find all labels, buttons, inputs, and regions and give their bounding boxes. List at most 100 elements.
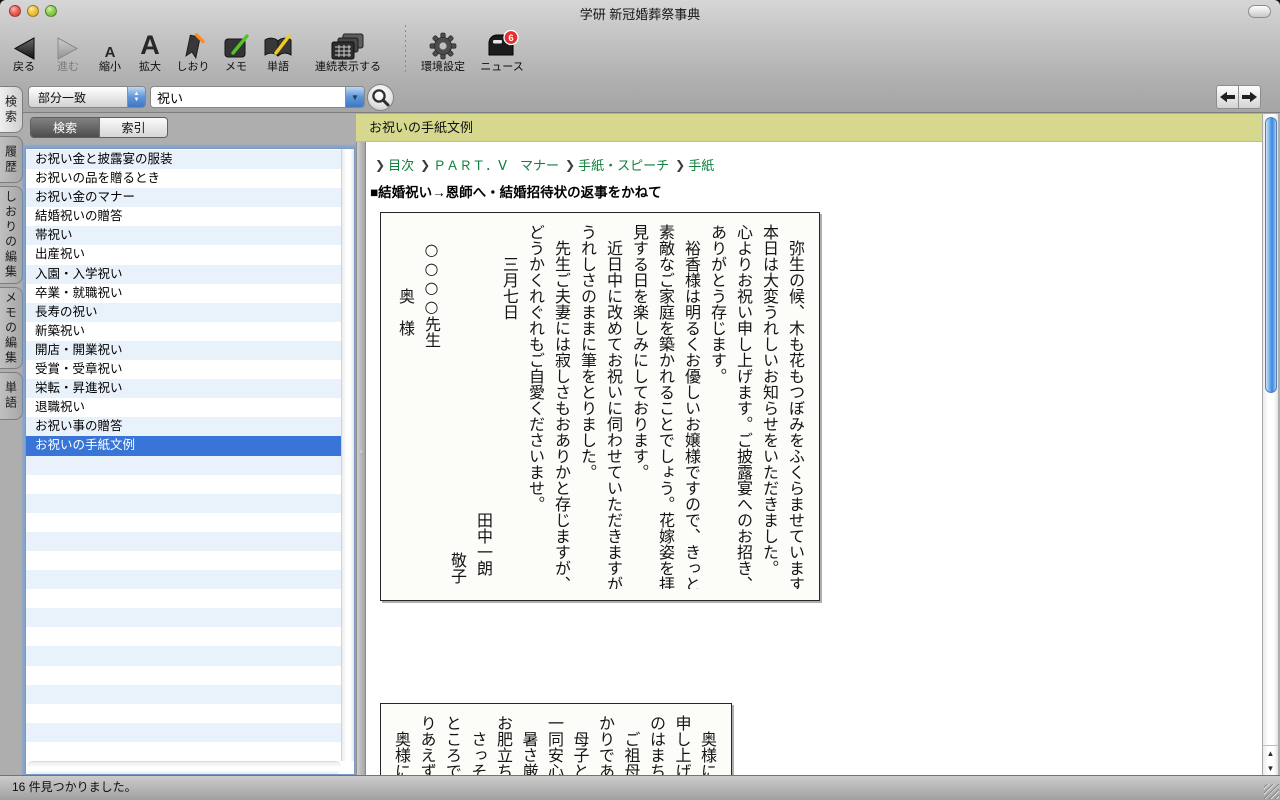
minimize-button[interactable]	[27, 5, 39, 17]
letter-column: どうかくれぐれもご自愛くださいませ。	[522, 224, 548, 589]
search-button[interactable]	[367, 84, 394, 111]
toolbar-toggle-button[interactable]	[1248, 5, 1271, 18]
list-vertical-scrollbar[interactable]	[341, 149, 354, 761]
forward-arrow-icon	[54, 27, 82, 61]
list-item	[26, 646, 341, 665]
magnifier-icon	[371, 88, 390, 107]
combo-dropdown-icon[interactable]: ▼	[345, 87, 364, 107]
scroll-up-button[interactable]: ▲	[1263, 746, 1278, 761]
window-chrome: 学研 新冠婚葬祭事典 戻る 進む A 縮小 A 拡大	[0, 0, 1280, 113]
result-rows: お祝い金と披露宴の服装お祝いの品を贈るときお祝い金のマナー結婚祝いの贈答帯祝い出…	[26, 150, 341, 761]
words-button[interactable]: 単語	[256, 22, 300, 76]
list-item[interactable]: 新築祝い	[26, 322, 341, 341]
list-item[interactable]: 出産祝い	[26, 245, 341, 264]
scroll-down-button[interactable]: ▼	[1263, 761, 1278, 776]
list-item[interactable]: 長寿の祝い	[26, 303, 341, 322]
forward-button[interactable]: 進む	[46, 22, 90, 76]
list-item	[26, 532, 341, 551]
bookmark-button[interactable]: しおり	[170, 22, 216, 76]
chevron-icon: ❯	[675, 158, 685, 172]
letter-column: 本日は大変うれしいお知らせをいただきました。	[756, 224, 782, 589]
section-heading: ■結婚祝い→恩師へ・結婚招待状の返事をかねて	[370, 181, 662, 201]
list-item	[26, 513, 341, 532]
breadcrumb-link-letters-speech[interactable]: 手紙・スピーチ	[578, 155, 669, 174]
breadcrumb-link-toc[interactable]: 目次	[388, 155, 414, 174]
letter-example-1: 弥生の候、木も花もつぼみをふくらませています。本日は大変うれしいお知らせをいただ…	[380, 212, 820, 601]
news-badge: 6	[508, 33, 513, 44]
chevron-icon: ❯	[420, 158, 430, 172]
close-button[interactable]	[9, 5, 21, 17]
search-input[interactable]	[151, 87, 345, 107]
preferences-button[interactable]: 環境設定	[412, 22, 474, 76]
content-scrollbar[interactable]: ▲ ▼	[1262, 114, 1278, 775]
result-list: お祝い金と披露宴の服装お祝いの品を贈るときお祝い金のマナー結婚祝いの贈答帯祝い出…	[25, 148, 355, 775]
letter-example-2: 奥様に申し上げのはまちご祖母様かりであ母子と一同安心暑さ厳お肥立ちさっそところで…	[380, 703, 732, 775]
side-tab-history[interactable]: 履歴	[0, 136, 23, 183]
match-mode-select[interactable]: 部分一致 ▲▼	[28, 86, 146, 108]
list-item[interactable]: お祝い金と披露宴の服装	[26, 150, 341, 169]
scrollbar-thumb[interactable]	[1265, 117, 1277, 393]
status-text: 16 件見つかりました。	[12, 780, 137, 794]
letter-column: りあえず	[414, 715, 440, 775]
prev-page-button[interactable]	[1216, 85, 1239, 109]
breadcrumb-link-part[interactable]: ＰＡＲＴ．Ⅴ マナー	[433, 155, 559, 174]
letter-column: 裕香様は明るくお優しいお嬢様ですので、きっと	[678, 224, 704, 589]
list-item[interactable]: 卒業・就職祝い	[26, 284, 341, 303]
chevron-icon: ❯	[375, 158, 385, 172]
app-window: 学研 新冠婚葬祭事典 戻る 進む A 縮小 A 拡大	[0, 0, 1280, 800]
side-tab-memo-edit[interactable]: メモの編集	[0, 287, 23, 369]
title-bar[interactable]: 学研 新冠婚葬祭事典	[0, 0, 1280, 22]
list-item[interactable]: 栄転・昇進祝い	[26, 379, 341, 398]
zoom-out-button[interactable]: A 縮小	[90, 22, 130, 76]
list-item[interactable]: 開店・開業祝い	[26, 341, 341, 360]
right-arrow-icon	[1241, 91, 1258, 103]
memo-button[interactable]: メモ	[216, 22, 256, 76]
letter-column: 先生ご夫妻には寂しさもおありかと存じますが、	[548, 224, 574, 589]
pane-splitter[interactable]	[356, 142, 366, 775]
news-button[interactable]: 6 ニュース	[474, 22, 530, 76]
list-item[interactable]: 受賞・受章祝い	[26, 360, 341, 379]
list-item[interactable]: お祝い事の贈答	[26, 417, 341, 436]
list-item	[26, 570, 341, 589]
zoom-in-button[interactable]: A 拡大	[130, 22, 170, 76]
continuous-display-button[interactable]: 連続表示する	[300, 22, 396, 76]
list-item[interactable]: お祝いの手紙文例	[26, 436, 341, 455]
list-item	[26, 685, 341, 704]
letter-column: 奥様に	[389, 715, 415, 775]
letter-column: 素敵なご家庭を築かれることでしょう。花嫁姿を拝	[652, 224, 678, 589]
list-horizontal-scrollbar[interactable]	[27, 761, 341, 774]
letter-column: うれしさのままに筆をとりました。	[574, 224, 600, 589]
tab-search[interactable]: 検索	[31, 118, 99, 137]
side-tab-bookmark-edit[interactable]: しおりの編集	[0, 186, 23, 284]
letter-column: 心よりお祝い申し上げます。ご披露宴へのお招き、	[730, 224, 756, 589]
window-title: 学研 新冠婚葬祭事典	[100, 4, 1180, 23]
search-combo: ▼	[150, 86, 365, 108]
list-item[interactable]: お祝い金のマナー	[26, 188, 341, 207]
list-item[interactable]: 帯祝い	[26, 226, 341, 245]
content-pane: ❯ 目次 ❯ ＰＡＲＴ．Ⅴ マナー ❯ 手紙・スピーチ ❯ 手紙 ■結婚祝い→恩…	[366, 142, 1262, 775]
tab-index[interactable]: 索引	[99, 118, 167, 137]
list-item[interactable]: お祝いの品を贈るとき	[26, 169, 341, 188]
breadcrumb-link-letter[interactable]: 手紙	[688, 155, 714, 174]
large-a-icon: A	[140, 27, 160, 61]
list-item[interactable]: 結婚祝いの贈答	[26, 207, 341, 226]
side-tab-search[interactable]: 検索	[0, 86, 23, 133]
gear-icon	[427, 27, 459, 61]
letter-column: 田中一朗	[470, 224, 496, 589]
side-tab-words[interactable]: 単語	[0, 372, 23, 420]
list-item[interactable]: 退職祝い	[26, 398, 341, 417]
next-page-button[interactable]	[1238, 85, 1261, 109]
mailbox-icon: 6	[485, 27, 519, 61]
zoom-button[interactable]	[45, 5, 57, 17]
resize-grip[interactable]	[1264, 784, 1279, 799]
toolbar: 戻る 進む A 縮小 A 拡大 しおり	[0, 22, 530, 79]
letter-column: 近日中に改めてお祝いに伺わせていただきますが、	[600, 224, 626, 589]
letter-column: 弥生の候、木も花もつぼみをふくらませています。	[782, 224, 808, 589]
stacked-windows-icon	[330, 27, 366, 61]
list-item	[26, 742, 341, 761]
letter-column: 敬子	[444, 224, 470, 589]
back-button[interactable]: 戻る	[2, 22, 46, 76]
list-item[interactable]: 入園・入学祝い	[26, 265, 341, 284]
left-arrow-icon	[1219, 91, 1236, 103]
page-nav-buttons	[1216, 85, 1261, 109]
